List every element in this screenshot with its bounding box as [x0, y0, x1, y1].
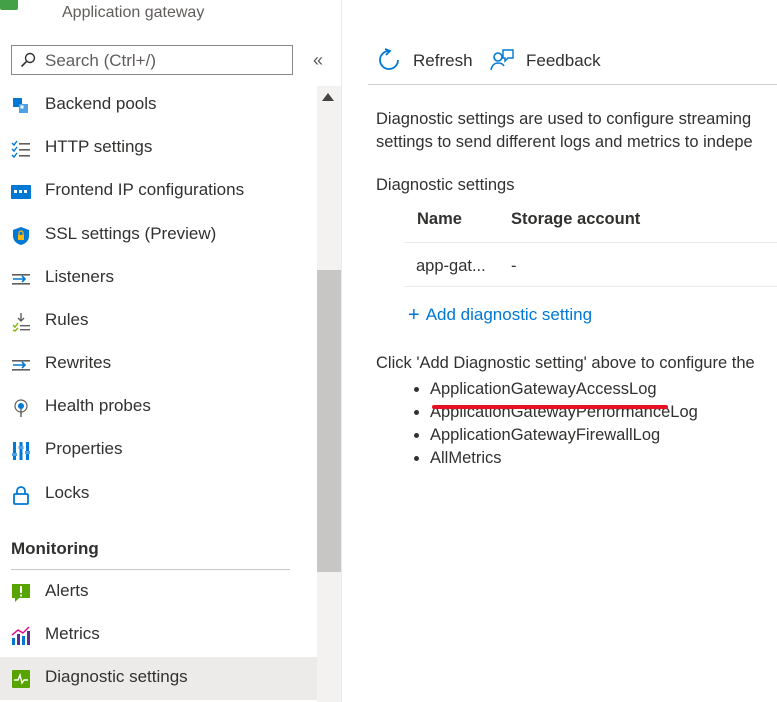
table-header-divider	[404, 242, 777, 243]
refresh-button[interactable]: Refresh	[377, 48, 477, 74]
sidebar-item-alerts[interactable]: Alerts	[0, 571, 317, 614]
shield-icon	[13, 227, 29, 245]
list-item: ApplicationGatewayAccessLog	[430, 378, 698, 401]
sidebar-item-diagnostic-settings[interactable]: Diagnostic settings	[0, 657, 317, 700]
sidebar-item-rules[interactable]: Rules	[0, 300, 317, 343]
diagnostic-settings-heading: Diagnostic settings	[376, 176, 515, 194]
metrics-icon	[11, 626, 30, 645]
table-row-divider	[404, 286, 777, 287]
rewrites-icon	[12, 360, 30, 371]
section-divider	[11, 569, 290, 570]
alerts-icon	[12, 584, 30, 602]
description-line-1: Diagnostic settings are used to configur…	[376, 110, 752, 128]
properties-icon	[12, 442, 30, 460]
refresh-icon	[379, 48, 399, 70]
log-categories-list: ApplicationGatewayAccessLog ApplicationG…	[376, 378, 698, 470]
column-header-name: Name	[417, 210, 462, 228]
feedback-button[interactable]: Feedback	[490, 48, 605, 74]
sidebar-item-frontend-ip[interactable]: Frontend IP configurations	[0, 170, 317, 213]
sidebar-item-backend-pools[interactable]: Backend pools	[0, 84, 317, 127]
search-placeholder: Search (Ctrl+/)	[45, 51, 156, 70]
sidebar-item-properties[interactable]: Properties	[0, 429, 317, 472]
app-gateway-icon	[0, 0, 18, 10]
rules-icon	[12, 313, 30, 332]
table-cell-name[interactable]: app-gat...	[416, 257, 486, 276]
resource-type-subtitle: Application gateway	[62, 4, 205, 21]
sidebar-item-listeners[interactable]: Listeners	[0, 257, 317, 300]
list-item: ApplicationGatewayFirewallLog	[430, 424, 698, 447]
sidebar-item-locks[interactable]: Locks	[0, 473, 317, 516]
list-item: AllMetrics	[430, 447, 698, 470]
listeners-icon	[12, 274, 30, 285]
toolbar-divider	[368, 84, 777, 85]
sidebar-item-ssl-settings[interactable]: SSL settings (Preview)	[0, 214, 317, 257]
add-diagnostic-setting-link[interactable]: + Add diagnostic setting	[408, 303, 592, 326]
sidebar-item-rewrites[interactable]: Rewrites	[0, 343, 317, 386]
lock-icon	[13, 486, 29, 505]
frontend-ip-icon	[11, 185, 31, 199]
scrollbar-thumb[interactable]	[317, 270, 341, 572]
http-settings-icon	[11, 140, 30, 159]
instruction-text: Click 'Add Diagnostic setting' above to …	[376, 354, 755, 372]
scroll-up-arrow-icon[interactable]	[322, 93, 334, 101]
search-icon	[20, 52, 36, 68]
collapse-sidebar-button[interactable]: «	[313, 50, 323, 71]
plus-icon: +	[408, 304, 420, 326]
diagnostic-settings-icon	[12, 670, 30, 688]
health-probes-icon	[14, 399, 28, 417]
sidebar-item-http-settings[interactable]: HTTP settings	[0, 127, 317, 170]
search-input[interactable]: Search (Ctrl+/)	[11, 45, 293, 75]
highlight-underline	[432, 405, 668, 409]
table-cell-storage-account: -	[511, 257, 517, 275]
monitoring-section-title: Monitoring	[11, 539, 99, 558]
pane-divider	[341, 0, 342, 702]
column-header-storage-account: Storage account	[511, 210, 641, 228]
description: Diagnostic settings are used to configur…	[376, 108, 753, 154]
backend-pools-icon	[13, 98, 28, 113]
feedback-icon	[490, 49, 514, 71]
description-line-2: settings to send different logs and metr…	[376, 133, 753, 151]
sidebar-item-metrics[interactable]: Metrics	[0, 614, 317, 657]
sidebar-item-health-probes[interactable]: Health probes	[0, 386, 317, 429]
